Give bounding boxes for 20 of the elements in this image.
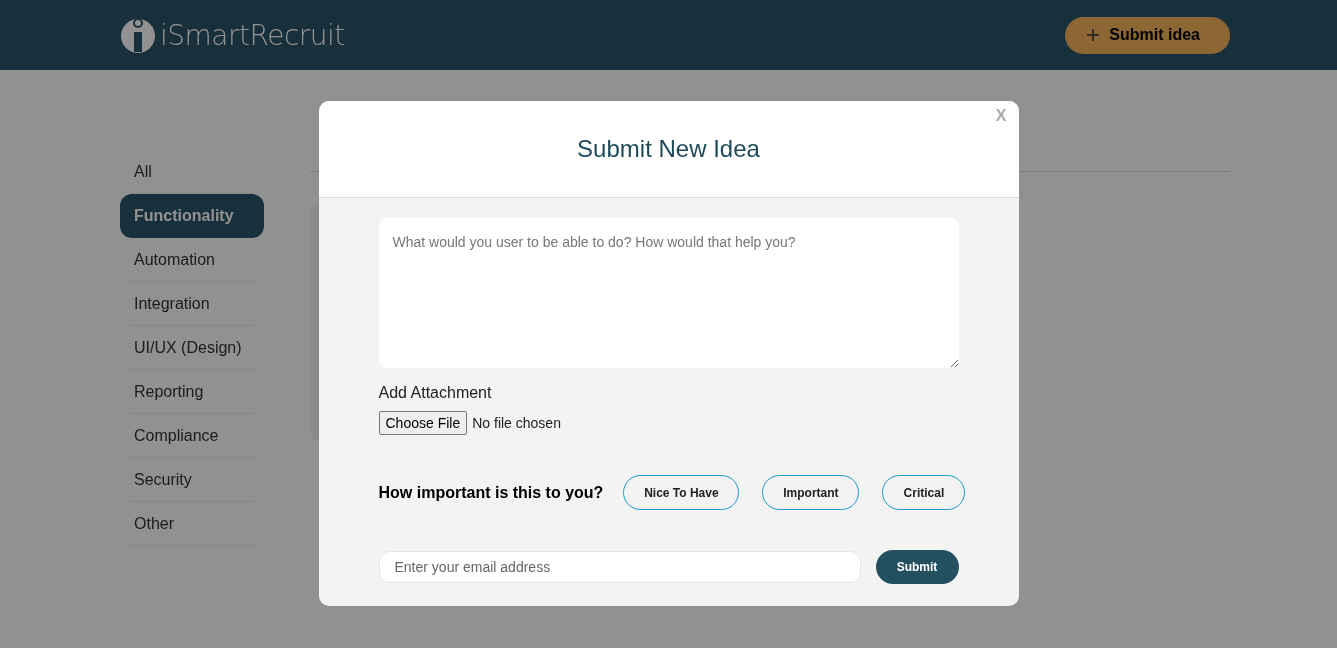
category-item[interactable]: Automation: [130, 238, 254, 282]
choose-file-button[interactable]: Choose File: [378, 411, 468, 435]
category-item[interactable]: Security: [130, 458, 254, 502]
submit-button[interactable]: Submit: [875, 550, 959, 584]
category-item[interactable]: Compliance: [130, 414, 254, 458]
logo-text: iSmartRecruit: [160, 18, 345, 52]
category-item[interactable]: Reporting: [130, 370, 254, 414]
attachment-label: Add Attachment: [378, 384, 493, 402]
category-item[interactable]: UI/UX (Design): [130, 326, 254, 370]
submit-idea-button[interactable]: Submit idea: [1065, 16, 1230, 54]
logo-icon: [120, 16, 156, 54]
idea-text-field[interactable]: What would you user to be able to do? How would that help you?: [378, 218, 959, 368]
dialog-title: Submit New Idea: [577, 135, 760, 163]
category-item[interactable]: Other: [130, 502, 254, 546]
importance-question: How important is this to you?: [378, 483, 604, 502]
category-item[interactable]: Integration: [130, 282, 254, 326]
plus-icon: [1087, 29, 1100, 41]
category-item[interactable]: Functionality: [120, 194, 264, 238]
file-status: No file chosen: [472, 415, 561, 431]
email-field[interactable]: Enter your email address: [378, 551, 861, 583]
